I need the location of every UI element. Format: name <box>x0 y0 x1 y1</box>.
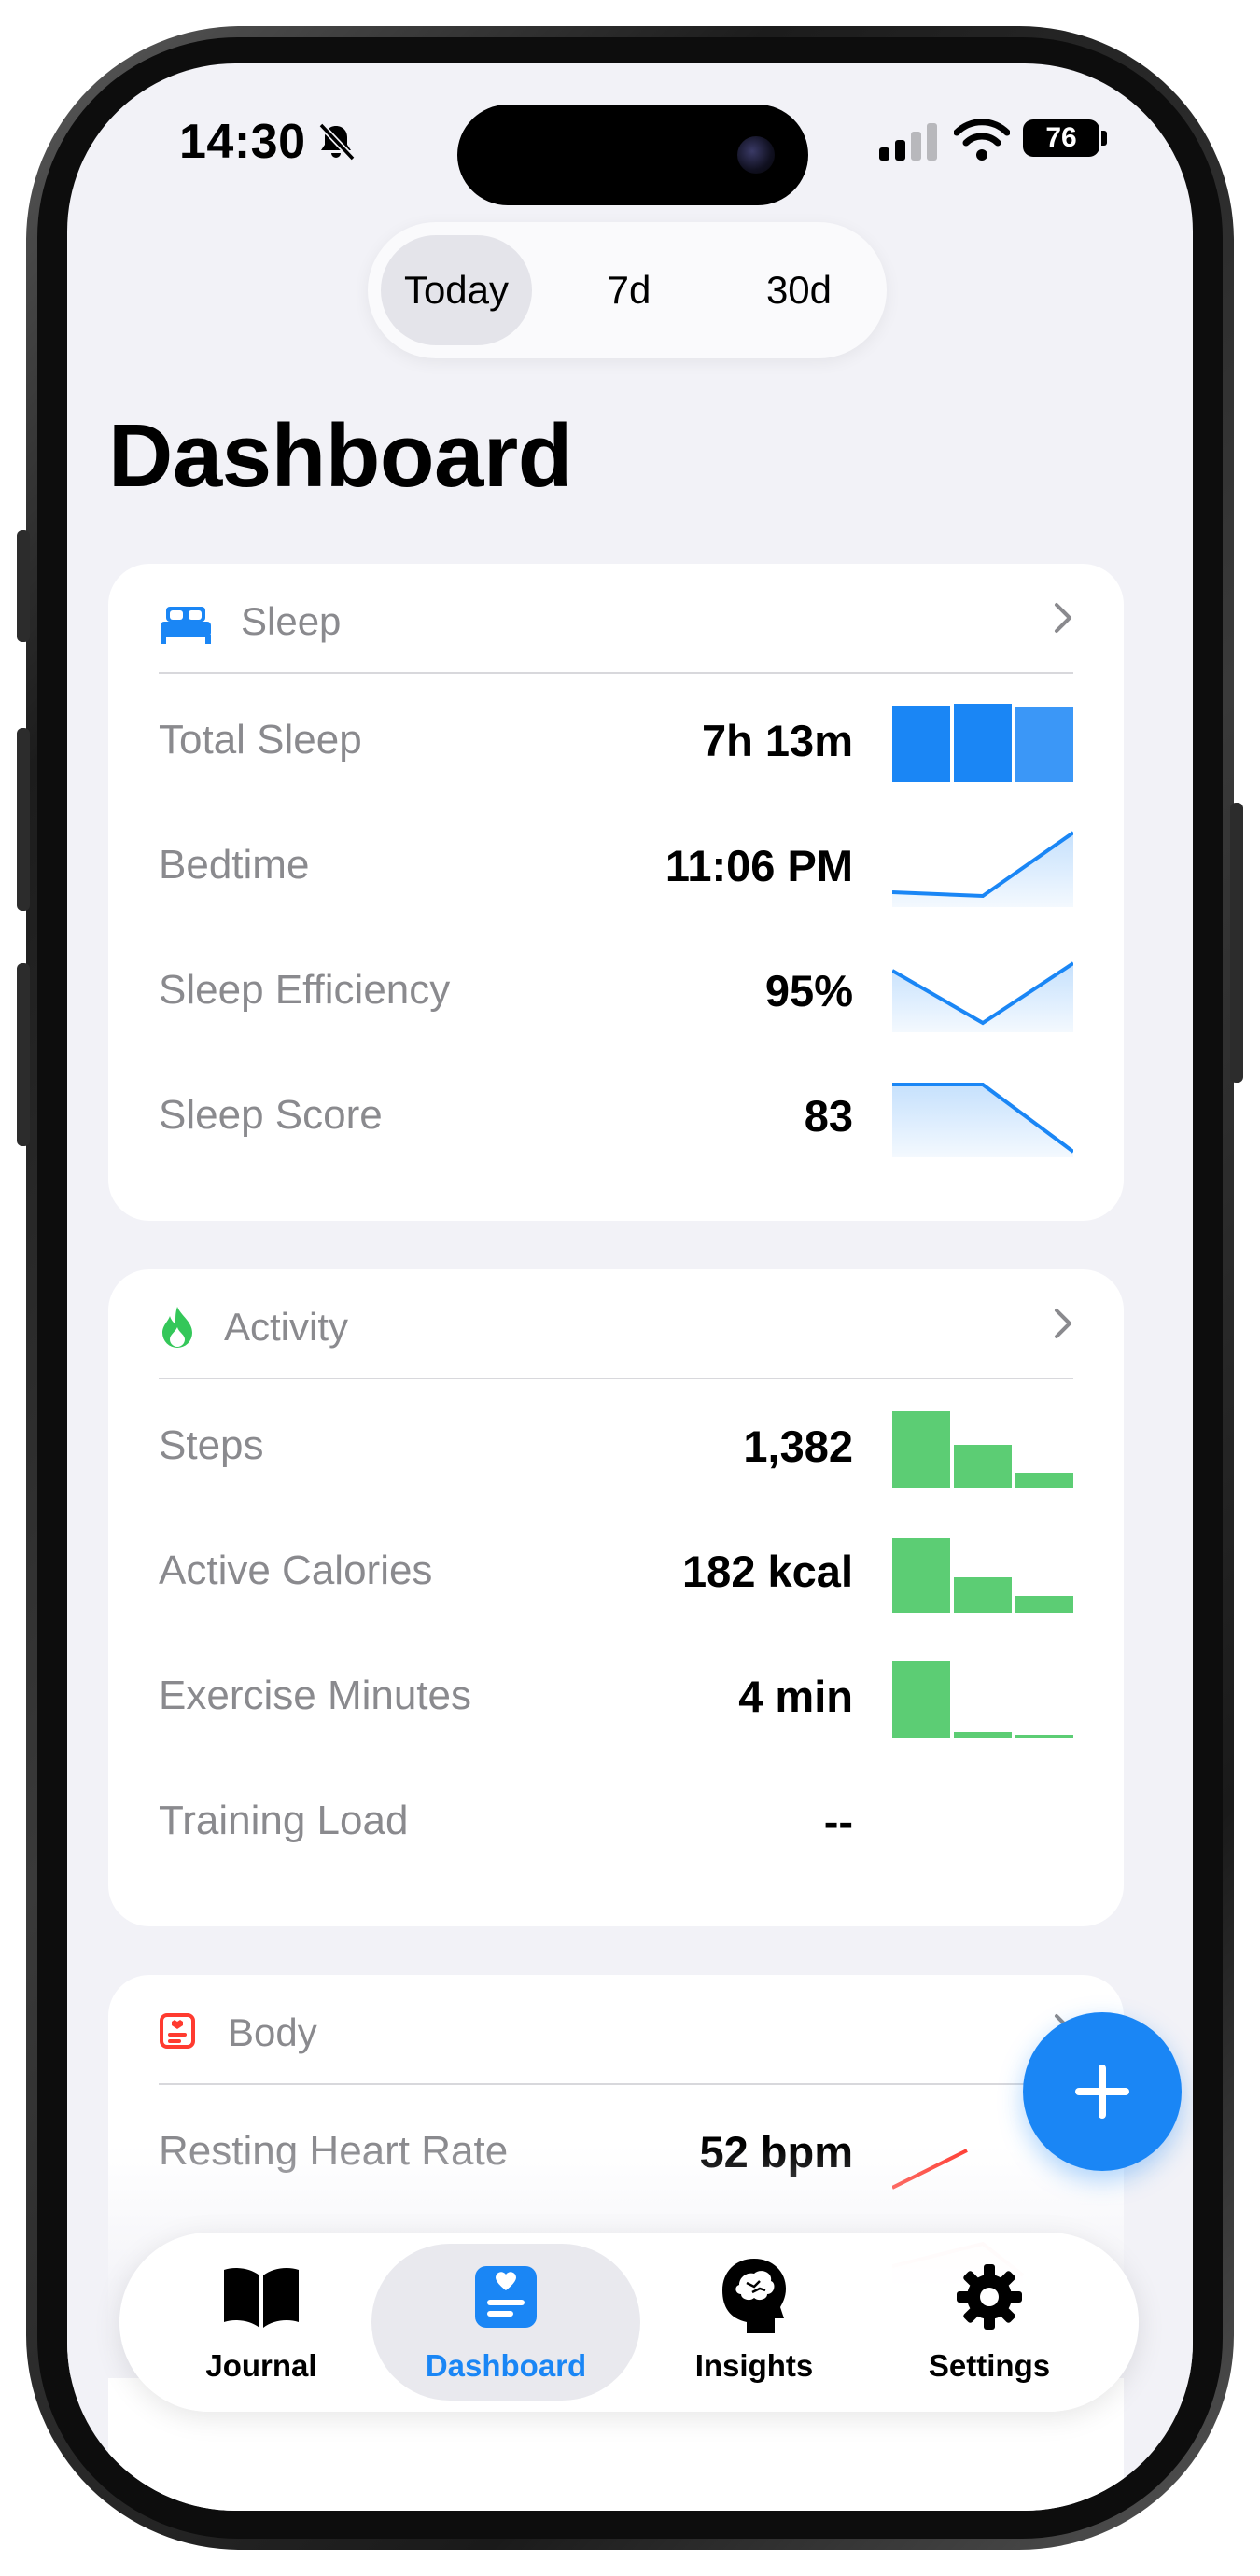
sleep-efficiency-sparkline <box>892 961 1073 1032</box>
metric-label: Active Calories <box>159 1547 433 1593</box>
metric-value: 4 min <box>738 1672 853 1721</box>
metric-row-sleep-efficiency[interactable]: Sleep Efficiency 95% <box>159 946 1073 1040</box>
silent-bell-icon <box>318 122 356 161</box>
sleep-card: Sleep Total Sleep 7h 13m Bedtime 11:06 P… <box>108 564 1124 1221</box>
metric-row-training-load[interactable]: Training Load -- <box>159 1777 1073 1870</box>
metric-row-bedtime[interactable]: Bedtime 11:06 PM <box>159 821 1073 915</box>
metric-value: 95% <box>764 966 853 1015</box>
volume-up-button <box>17 728 30 911</box>
metric-value: 83 <box>804 1091 853 1141</box>
bed-icon <box>161 607 211 644</box>
steps-sparkline <box>892 1411 1073 1488</box>
tab-label: Journal <box>205 2348 317 2383</box>
active-calories-sparkline <box>892 1538 1073 1613</box>
sleep-card-title: Sleep <box>241 599 342 643</box>
metric-label: Steps <box>159 1422 264 1468</box>
metric-row-total-sleep[interactable]: Total Sleep 7h 13m <box>159 696 1073 790</box>
metric-value: 1,382 <box>743 1421 853 1471</box>
metric-row-sleep-score[interactable]: Sleep Score 83 <box>159 1071 1073 1165</box>
page-title: Dashboard <box>108 406 572 506</box>
tab-journal[interactable]: Journal <box>157 2244 366 2401</box>
tab-settings[interactable]: Settings <box>879 2244 1099 2401</box>
tab-label: Insights <box>694 2348 814 2383</box>
chevron-right-icon <box>1055 603 1071 633</box>
metric-value: -- <box>823 1797 853 1846</box>
tab-label: Dashboard <box>425 2348 587 2383</box>
metric-row-steps[interactable]: Steps 1,382 <box>159 1402 1073 1495</box>
book-icon <box>224 2268 299 2328</box>
metric-label: Bedtime <box>159 842 310 888</box>
metric-label: Exercise Minutes <box>159 1673 472 1718</box>
power-button <box>1230 803 1243 1083</box>
cellular-signal-icon <box>879 123 937 161</box>
metric-row-exercise-minutes[interactable]: Exercise Minutes 4 min <box>159 1652 1073 1745</box>
range-tab-30d[interactable]: 30d <box>724 235 874 345</box>
range-tab-7d[interactable]: 7d <box>554 235 704 345</box>
body-card-title: Body <box>228 2010 317 2054</box>
tab-bar: Journal Dashboard Insights Settings <box>119 2233 1139 2412</box>
volume-down-button <box>17 963 30 1146</box>
range-tab-today[interactable]: Today <box>381 235 532 345</box>
metric-value: 182 kcal <box>682 1547 853 1596</box>
activity-card-title: Activity <box>224 1305 349 1349</box>
tab-insights[interactable]: Insights <box>642 2244 866 2401</box>
metric-row-active-calories[interactable]: Active Calories 182 kcal <box>159 1527 1073 1620</box>
body-measurement-icon <box>160 2013 195 2049</box>
screen: 14:30 76 Today 7d 30d Dashboard Sleep To… <box>67 63 1193 2511</box>
brain-icon <box>722 2259 786 2333</box>
metric-label: Training Load <box>159 1798 409 1843</box>
time-range-selector: Today 7d 30d <box>368 222 887 358</box>
metric-value: 11:06 PM <box>665 841 853 890</box>
metric-label: Sleep Score <box>159 1092 383 1138</box>
dashboard-icon <box>475 2266 537 2328</box>
sleep-card-header[interactable]: Sleep <box>159 564 1073 674</box>
metric-value: 7h 13m <box>702 716 853 765</box>
flame-icon <box>162 1307 192 1348</box>
exercise-minutes-sparkline <box>892 1661 1073 1738</box>
dynamic-island <box>457 105 808 205</box>
wifi-icon <box>954 119 1010 161</box>
metric-label: Total Sleep <box>159 717 362 763</box>
metric-label: Sleep Efficiency <box>159 967 451 1013</box>
bedtime-sparkline <box>892 831 1073 907</box>
battery-nub <box>1101 131 1107 146</box>
plus-icon-vertical <box>1099 2065 1106 2119</box>
total-sleep-sparkline <box>892 704 1073 782</box>
activity-card: Activity Steps 1,382 Active Calories 182… <box>108 1269 1124 1926</box>
tab-dashboard[interactable]: Dashboard <box>371 2244 640 2401</box>
add-entry-button[interactable] <box>1023 2012 1182 2171</box>
activity-card-header[interactable]: Activity <box>159 1269 1073 1379</box>
tab-label: Settings <box>928 2348 1051 2383</box>
sleep-score-sparkline <box>892 1083 1073 1157</box>
chevron-right-icon <box>1055 1309 1071 1338</box>
battery-icon: 76 <box>1023 119 1099 157</box>
body-card-header[interactable]: Body <box>159 1975 1073 2085</box>
front-camera <box>737 136 775 174</box>
battery-level: 76 <box>1045 122 1077 153</box>
gear-icon <box>957 2264 1022 2330</box>
status-time: 14:30 <box>179 115 306 169</box>
action-button <box>17 530 30 642</box>
